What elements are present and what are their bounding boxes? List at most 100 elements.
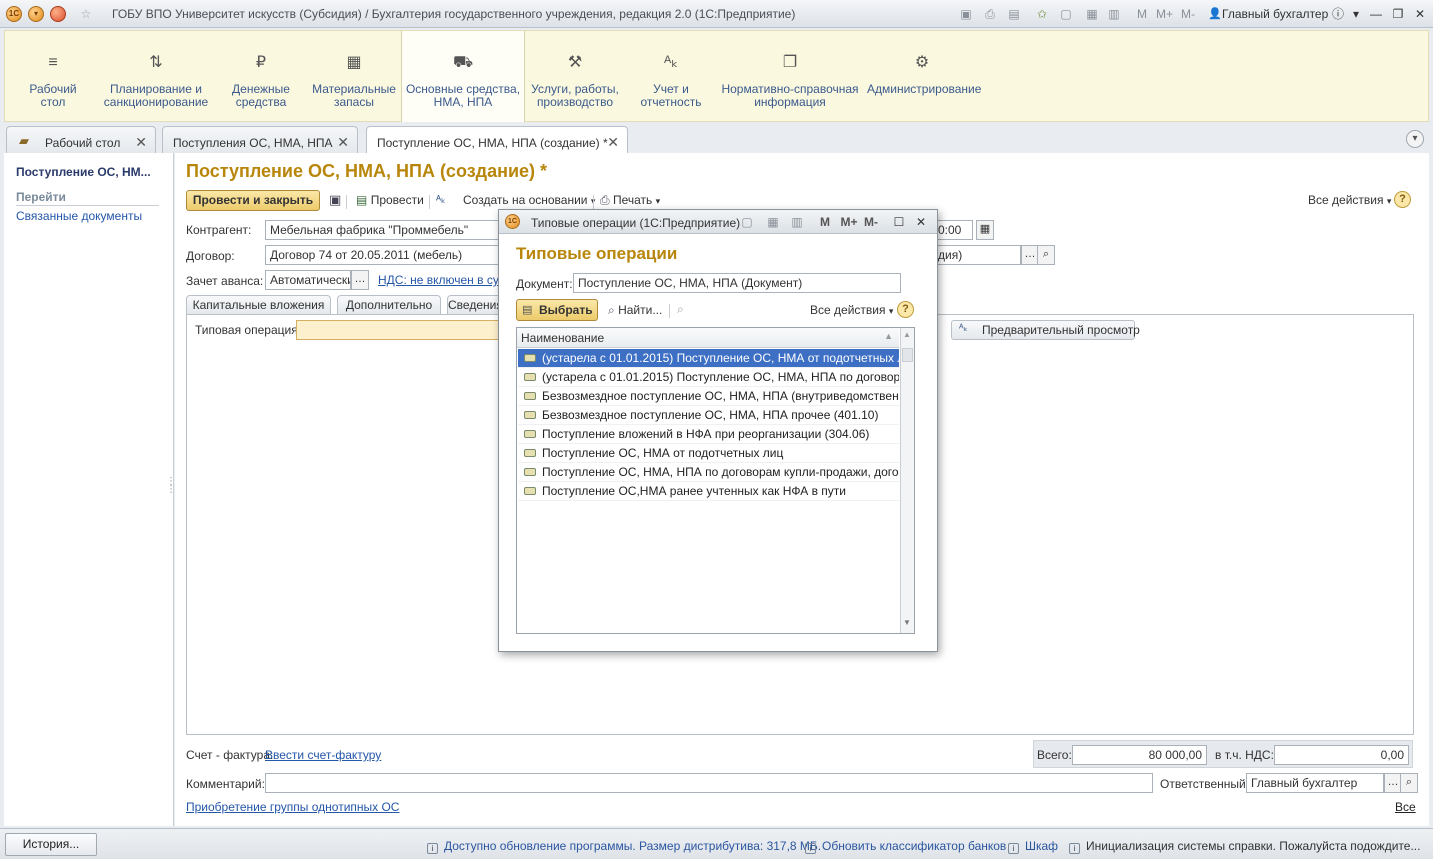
memory-m-button[interactable]: M — [1134, 6, 1150, 22]
favorite-star-icon[interactable]: ☆ — [78, 6, 94, 22]
close-tab-icon[interactable]: ✕ — [135, 134, 147, 151]
list-item[interactable]: Поступление ОС, НМА от подотчетных лиц — [518, 444, 899, 463]
section-accounting[interactable]: ᴬₖ Учет и отчетность — [627, 31, 715, 123]
preview-button[interactable]: ᴬₖ Предварительный просмотр — [951, 320, 1140, 340]
print-icon[interactable]: ⎙ — [982, 6, 998, 22]
close-dialog-icon[interactable]: ✕ — [913, 214, 929, 230]
close-tab-icon[interactable]: ✕ — [337, 134, 349, 151]
list-item[interactable]: (устарела с 01.01.2015) Поступление ОС, … — [518, 349, 899, 368]
current-user[interactable]: Главный бухгалтер — [1222, 7, 1328, 21]
update-message[interactable]: i Доступно обновление программы. Размер д… — [427, 839, 821, 854]
shkaf-message[interactable]: i Шкаф — [1008, 839, 1058, 854]
section-planning[interactable]: ⇅ Планирование и санкционирование — [101, 31, 211, 123]
comment-field[interactable] — [265, 773, 1153, 793]
section-reference[interactable]: ❐ Нормативно-справочная информация — [721, 31, 859, 123]
list-scrollbar[interactable]: ▲ ▼ — [900, 328, 914, 633]
print-button[interactable]: ⎙ Печать ▾ — [600, 193, 660, 208]
tab-receipt-create[interactable]: Поступление ОС, НМА, НПА (создание) * ✕ — [366, 126, 628, 155]
doc-icon[interactable]: ▢ — [739, 214, 755, 230]
find-button[interactable]: ⌕ Найти... — [608, 303, 662, 318]
tab-capital-investments[interactable]: Капитальные вложения — [186, 295, 331, 315]
list-item[interactable]: Поступление вложений в НФА при реорганиз… — [518, 425, 899, 444]
nav-related-docs[interactable]: Связанные документы — [16, 209, 142, 223]
scroll-thumb[interactable] — [902, 348, 913, 362]
all-actions-button[interactable]: Все действия ▾ — [1308, 193, 1391, 207]
dialog-all-actions-button[interactable]: Все действия ▾ — [810, 303, 893, 317]
calculator-icon[interactable]: ▦ — [765, 214, 781, 230]
save-icon[interactable]: ▣ — [329, 192, 341, 208]
tab-receipts-list[interactable]: Поступления ОС, НМА, НПА ✕ — [162, 126, 358, 154]
section-administration[interactable]: ⚙ Администрирование — [867, 31, 981, 123]
section-desktop[interactable]: ≡ Рабочий стол — [5, 31, 101, 123]
app-logo-icon[interactable]: 1C — [6, 6, 22, 22]
calendar-icon[interactable]: ▥ — [789, 214, 805, 230]
tab-info[interactable]: Сведения — [447, 295, 503, 315]
doc-icon[interactable]: ▢ — [1058, 6, 1074, 22]
tabs-menu-icon[interactable]: ▾ — [1406, 130, 1424, 148]
memory-mplus-button[interactable]: M+ — [1156, 6, 1173, 22]
date-time-field[interactable]: 0:00 — [935, 220, 973, 240]
close-app-icon[interactable] — [50, 6, 66, 22]
responsible-field[interactable]: Главный бухгалтер — [1246, 773, 1384, 793]
scroll-down-icon[interactable]: ▼ — [903, 618, 911, 627]
info-dropdown-icon[interactable]: ▾ — [1348, 6, 1364, 22]
section-services[interactable]: ⚒ Услуги, работы, производство — [525, 31, 625, 123]
memory-m-button[interactable]: M — [817, 214, 833, 230]
favorites-icon[interactable]: ✩ — [1034, 6, 1050, 22]
section-materials[interactable]: ▦ Материальные запасы — [307, 31, 401, 123]
preview-icon[interactable]: ▤ — [1006, 6, 1022, 22]
all-link[interactable]: Все — [1395, 800, 1416, 814]
cancel-search-icon[interactable]: ⌕ — [677, 302, 684, 317]
calendar-icon[interactable]: ▦ — [976, 220, 994, 240]
memory-mplus-button[interactable]: M+ — [839, 214, 859, 230]
save-icon[interactable]: ▣ — [958, 6, 974, 22]
search-icon[interactable]: ⌕ — [1037, 245, 1055, 265]
vat-link[interactable]: НДС: не включен в сумму — [378, 273, 498, 287]
post-and-close-button[interactable]: Провести и закрыть — [186, 190, 320, 211]
accounting-entries-icon[interactable]: ᴬₖ — [436, 193, 446, 206]
contractor-field[interactable]: Мебельная фабрика "Проммебель" — [265, 220, 505, 240]
list-item[interactable]: Безвозмездное поступление ОС, НМА, НПА (… — [518, 387, 899, 406]
scroll-up-icon[interactable]: ▲ — [903, 330, 911, 339]
enter-invoice-link[interactable]: Ввести счет-фактуру — [265, 748, 381, 762]
post-button[interactable]: ▤ Провести — [356, 193, 424, 207]
search-icon[interactable]: ⌕ — [1400, 773, 1418, 793]
advance-field[interactable]: Автоматически — [265, 270, 351, 290]
nav-current-doc[interactable]: Поступление ОС, НМ... — [16, 165, 151, 179]
maximize-icon[interactable]: ❐ — [1390, 6, 1406, 22]
list-item[interactable]: Безвозмездное поступление ОС, НМА, НПА п… — [518, 406, 899, 425]
list-item[interactable]: Поступление ОС, НМА, НПА по договорам ку… — [518, 463, 899, 482]
select-button[interactable]: ▤ Выбрать — [516, 299, 598, 321]
memory-mminus-button[interactable]: M- — [1180, 6, 1196, 22]
calculator-icon[interactable]: ▦ — [1084, 6, 1100, 22]
advance-select-button[interactable]: … — [351, 270, 369, 290]
create-based-on-button[interactable]: Создать на основании ▾ — [463, 193, 595, 207]
list-item[interactable]: (устарела с 01.01.2015) Поступление ОС, … — [518, 368, 899, 387]
close-window-icon[interactable]: ✕ — [1412, 6, 1428, 22]
vat-total-label: в т.ч. НДС: — [1215, 748, 1274, 762]
bank-classifier-message[interactable]: i Обновить классификатор банков — [805, 839, 1006, 854]
right-select-field[interactable]: дия) — [935, 245, 1021, 265]
close-tab-icon[interactable]: ✕ — [607, 134, 619, 151]
help-icon[interactable]: ? — [897, 301, 914, 318]
maximize-icon[interactable]: ☐ — [891, 214, 907, 230]
memory-mminus-button[interactable]: M- — [861, 214, 881, 230]
operation-icon — [524, 430, 536, 438]
calendar-icon[interactable]: ▥ — [1106, 6, 1122, 22]
list-item[interactable]: Поступление ОС,НМА ранее учтенных как НФ… — [518, 482, 899, 501]
app-logo-icon: 1C — [505, 214, 520, 229]
menu-dropdown-icon[interactable]: ▾ — [28, 6, 44, 22]
tab-additional[interactable]: Дополнительно — [337, 295, 441, 315]
column-header-name[interactable]: Наименование ▲ — [517, 328, 899, 348]
asset-group-link[interactable]: Приобретение группы однотипных ОС — [186, 800, 399, 814]
section-fixed-assets[interactable]: ⛟ Основные средства, НМА, НПА — [401, 31, 525, 123]
info-icon[interactable]: ⓘ — [1330, 6, 1346, 22]
minimize-icon[interactable]: — — [1368, 6, 1384, 22]
history-button[interactable]: История... — [5, 833, 97, 856]
typical-operation-field[interactable] — [296, 320, 501, 340]
responsible-label: Ответственный: — [1160, 777, 1250, 791]
section-money[interactable]: ₽ Денежные средства — [215, 31, 307, 123]
contract-field[interactable]: Договор 74 от 20.05.2011 (мебель) — [265, 245, 505, 265]
tab-desktop[interactable]: ▰ Рабочий стол ✕ — [6, 126, 156, 154]
help-icon[interactable]: ? — [1394, 191, 1411, 208]
